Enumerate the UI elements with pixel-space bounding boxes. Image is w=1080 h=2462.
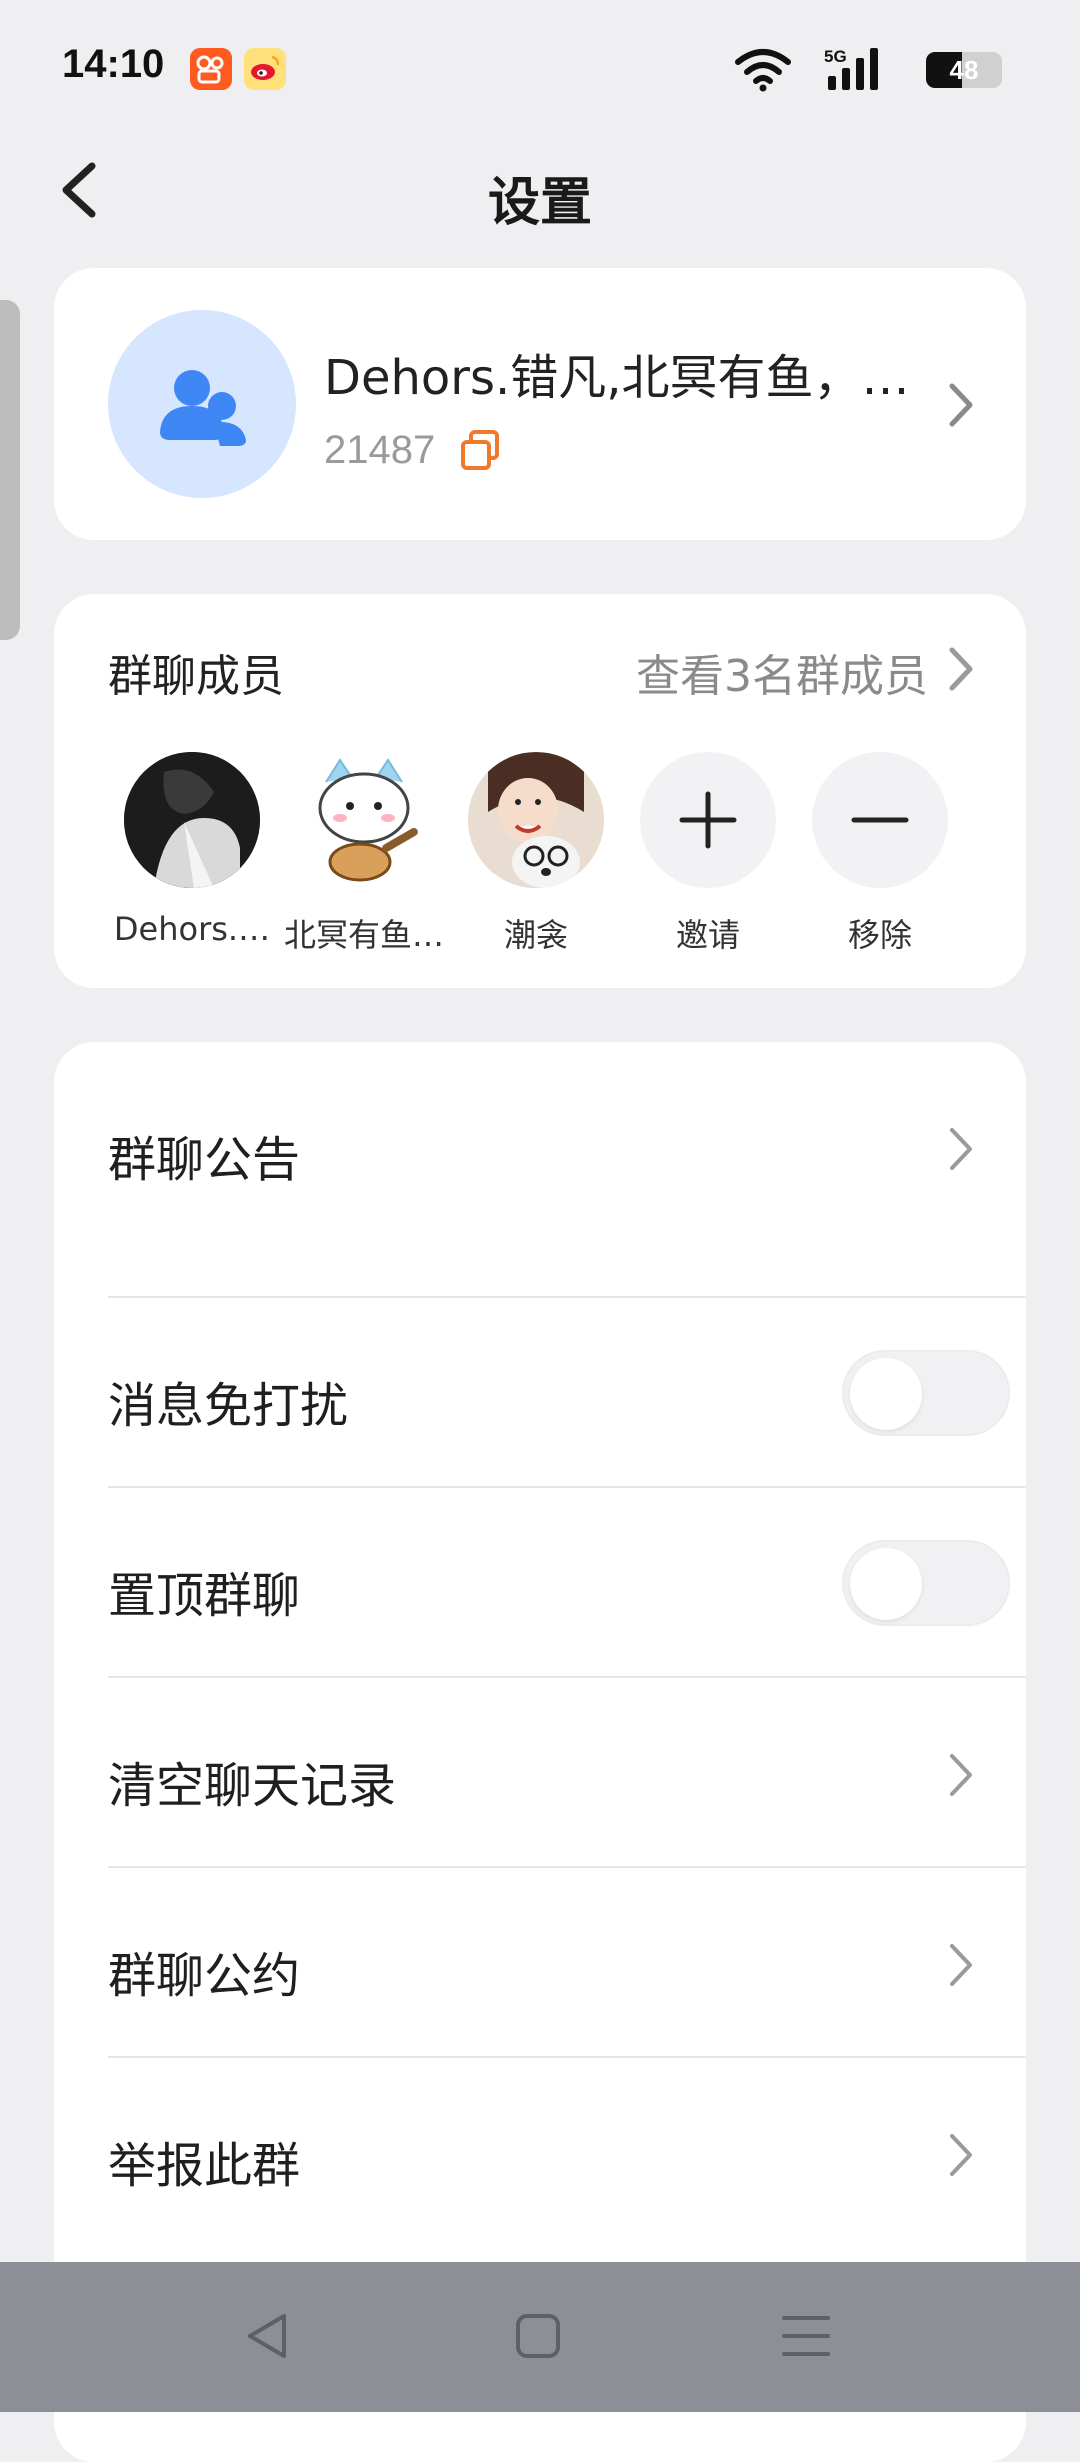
avatar [468, 752, 604, 888]
settings-list-card: 群聊公告 消息免打扰 置顶群聊 清空聊天记录 群聊公约 举报此群 [54, 1042, 1026, 2462]
members-title: 群聊成员 [108, 651, 284, 702]
chevron-right-icon [950, 1754, 972, 1796]
chevron-right-icon [950, 1944, 972, 1986]
group-avatar [108, 310, 296, 498]
signal-5g-icon: 5G [824, 47, 878, 90]
weibo-icon [244, 48, 286, 90]
avatar [296, 752, 432, 888]
avatar [124, 752, 260, 888]
edge-swipe-handle[interactable] [0, 300, 20, 640]
mute-toggle[interactable] [842, 1350, 1010, 1436]
pin-chat-row: 置顶群聊 [108, 1488, 1010, 1678]
wifi-icon [735, 49, 791, 92]
group-id: 21487 [324, 428, 436, 472]
member-name: 潮衾 [503, 916, 568, 954]
battery-indicator: 48 [926, 52, 1002, 88]
status-time: 14:10 [62, 42, 165, 86]
kuaishou-icon [190, 48, 232, 90]
view-all-members-link[interactable]: 查看3名群成员 [636, 640, 928, 704]
group-members-card: 群聊成员 查看3名群成员 Dehors.… 北冥有鱼… 潮衾 邀请 移除 [54, 594, 1026, 988]
header: 设置 [0, 130, 1080, 250]
remove-label: 移除 [847, 916, 912, 954]
member-item[interactable]: 北冥有鱼… [279, 752, 449, 956]
member-name: Dehors.… [113, 910, 271, 948]
group-users-icon [160, 370, 246, 446]
toggle-knob [850, 1358, 922, 1430]
invite-button[interactable]: 邀请 [623, 752, 793, 956]
member-item[interactable]: Dehors.… [107, 752, 277, 948]
announcement-row[interactable]: 群聊公告 [108, 1042, 972, 1298]
pin-toggle[interactable] [842, 1540, 1010, 1626]
group-rules-row[interactable]: 群聊公约 [108, 1868, 972, 2058]
minus-icon [812, 752, 948, 888]
announcement-label: 群聊公告 [108, 1132, 301, 1188]
system-nav-bar [0, 2262, 1080, 2412]
chevron-right-icon[interactable] [946, 646, 976, 692]
report-label: 举报此群 [108, 2138, 301, 2194]
member-item[interactable]: 潮衾 [451, 752, 621, 956]
toggle-knob [850, 1548, 922, 1620]
clear-history-label: 清空聊天记录 [108, 1758, 397, 1814]
chevron-right-icon [950, 1128, 972, 1170]
page-title: 设置 [487, 173, 592, 233]
group-info-card[interactable]: Dehors.错凡,北冥有鱼，… 21487 [54, 268, 1026, 540]
battery-level: 48 [949, 54, 979, 85]
member-name: 北冥有鱼… [283, 916, 444, 954]
plus-icon [640, 752, 776, 888]
mute-label: 消息免打扰 [108, 1378, 349, 1434]
chevron-right-icon [949, 383, 973, 427]
status-bar: 14:10 5G 48 [0, 0, 1080, 130]
menu-lines-icon[interactable] [778, 2308, 834, 2364]
mute-notifications-row: 消息免打扰 [108, 1298, 1010, 1488]
clear-history-row[interactable]: 清空聊天记录 [108, 1678, 972, 1868]
network-label: 5G [824, 47, 847, 66]
group-rules-label: 群聊公约 [108, 1948, 301, 2004]
chevron-right-icon [950, 2134, 972, 2176]
invite-label: 邀请 [675, 916, 740, 954]
back-triangle-icon[interactable] [240, 2308, 296, 2364]
home-square-icon[interactable] [510, 2308, 566, 2364]
pin-label: 置顶群聊 [108, 1568, 301, 1624]
copy-icon[interactable] [459, 428, 501, 472]
report-group-row[interactable]: 举报此群 [108, 2058, 972, 2248]
remove-button[interactable]: 移除 [795, 752, 965, 956]
group-name: Dehors.错凡,北冥有鱼，… [324, 350, 910, 406]
